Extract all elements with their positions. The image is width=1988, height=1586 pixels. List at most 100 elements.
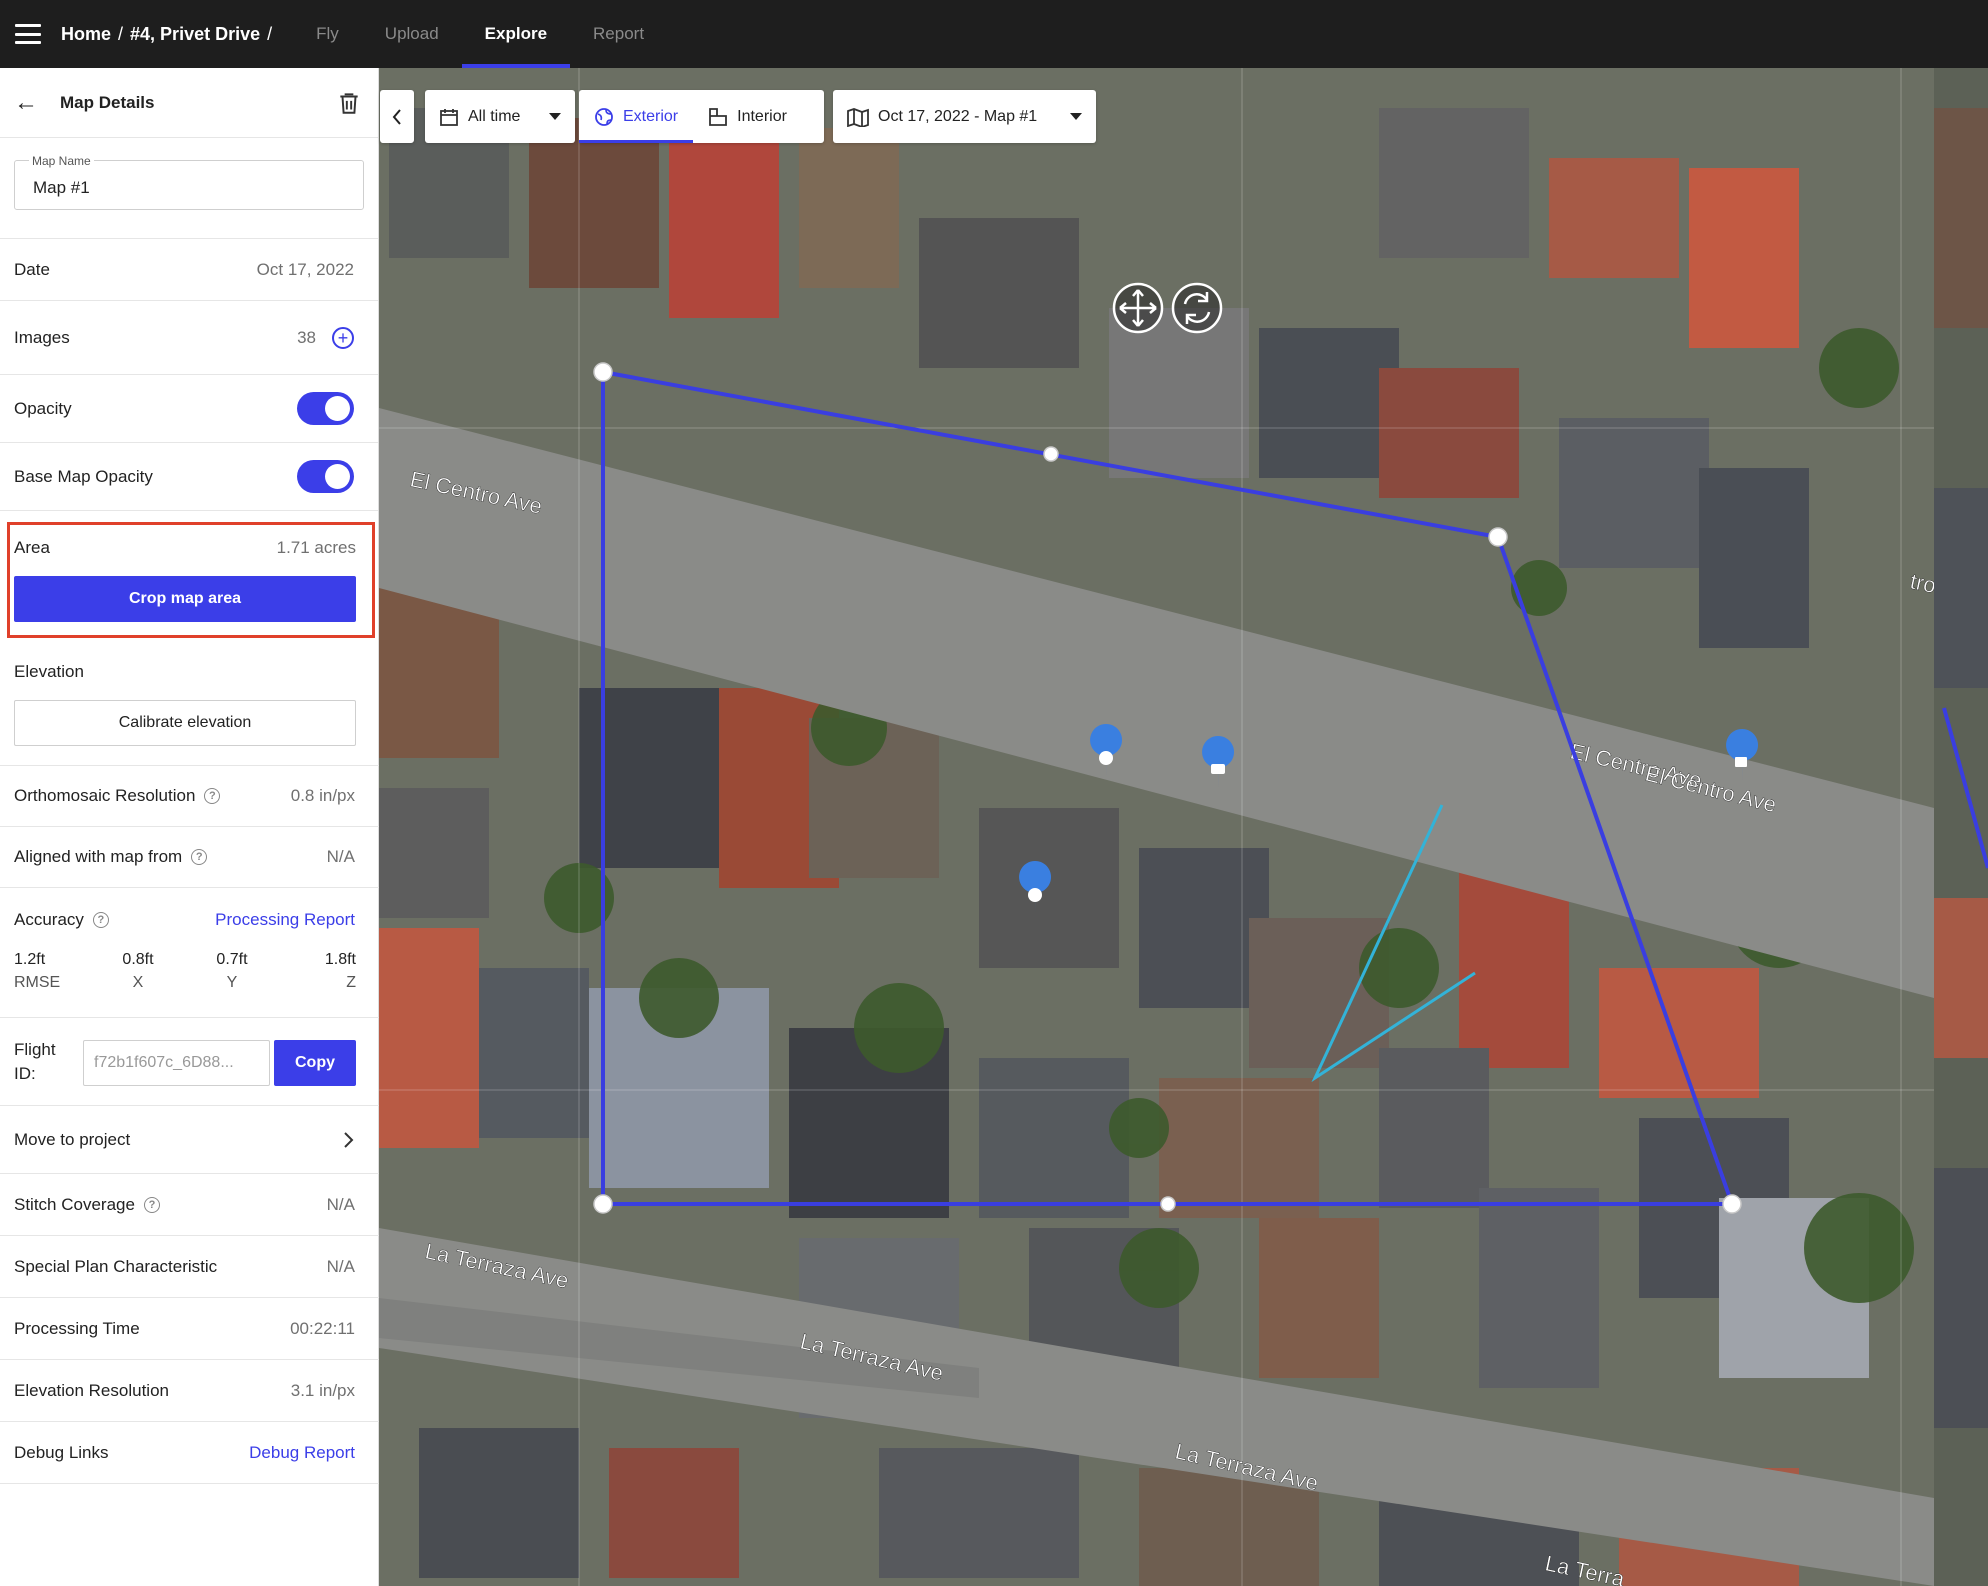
images-count: 38	[297, 327, 316, 347]
ortho-label-wrap: Orthomosaic Resolution?	[14, 786, 221, 806]
ortho-label: Orthomosaic Resolution	[14, 786, 196, 805]
satellite-map[interactable]: El Centro Ave El Centro Ave El Centro Av…	[379, 68, 1934, 1586]
accuracy-z: 1.8ft Z	[296, 951, 356, 992]
base-opacity-label: Base Map Opacity	[14, 466, 153, 486]
chevron-right-icon	[344, 1131, 354, 1148]
map-imagery: El Centro Ave El Centro Ave El Centro Av…	[379, 68, 1934, 1586]
crop-midpoint-handle[interactable]	[1160, 1196, 1176, 1212]
tab-explore[interactable]: Explore	[461, 0, 571, 68]
panel-header: ← Map Details	[0, 68, 378, 138]
stitch-label-wrap: Stitch Coverage?	[14, 1195, 160, 1215]
elevation-section: Elevation Calibrate elevation	[0, 648, 379, 766]
calendar-icon	[440, 108, 458, 126]
aligned-label: Aligned with map from	[14, 847, 183, 866]
flight-id-label: Flight ID:	[14, 1040, 56, 1083]
images-row: Images 38 +	[0, 301, 378, 375]
resolution-rows: Orthomosaic Resolution? 0.8 in/px Aligne…	[0, 766, 379, 888]
tab-upload[interactable]: Upload	[362, 0, 462, 68]
debug-links-row: Debug Links Debug Report	[0, 1422, 379, 1484]
aligned-label-wrap: Aligned with map from?	[14, 847, 208, 867]
aligned-value: N/A	[326, 847, 355, 866]
accuracy-grid: 1.2ft RMSE 0.8ft X 0.7ft Y 1.8ft Z	[14, 951, 356, 992]
debug-label: Debug Links	[14, 1442, 109, 1462]
stitch-row: Stitch Coverage? N/A	[0, 1174, 379, 1236]
stitch-value: N/A	[326, 1194, 355, 1214]
adjacent-imagery	[1934, 68, 1988, 1586]
map-icon	[847, 107, 869, 127]
accuracy-y: 0.7ft Y	[202, 951, 262, 992]
help-icon[interactable]: ?	[143, 1196, 160, 1213]
detail-rows: Move to project Stitch Coverage? N/A Spe…	[0, 1106, 379, 1484]
caret-down-icon	[549, 113, 561, 120]
accuracy-key: Y	[226, 974, 238, 991]
interior-view-tab[interactable]: Interior	[693, 90, 802, 143]
opacity-row: Opacity	[0, 375, 378, 443]
accuracy-key: RMSE	[14, 974, 61, 991]
area-row: Area 1.71 acres	[14, 538, 356, 558]
map-selector-dropdown[interactable]: Oct 17, 2022 - Map #1	[833, 90, 1096, 143]
panel-title: Map Details	[60, 92, 155, 112]
time-filter-label: All time	[468, 107, 521, 125]
special-label: Special Plan Characteristic	[14, 1256, 218, 1276]
flight-id-field[interactable]: f72b1f607c_6D88...	[83, 1040, 270, 1086]
breadcrumb-property[interactable]: #4, Privet Drive	[130, 24, 260, 45]
map-selector-label: Oct 17, 2022 - Map #1	[878, 107, 1038, 125]
flight-id-section: Flight ID: f72b1f607c_6D88... Copy	[0, 1018, 379, 1106]
special-plan-row: Special Plan Characteristic N/A	[0, 1236, 379, 1298]
aligned-row: Aligned with map from? N/A	[0, 827, 379, 888]
processing-report-link[interactable]: Processing Report	[215, 910, 355, 930]
map-name-label: Map Name	[29, 154, 94, 168]
crop-handle[interactable]	[1488, 527, 1508, 547]
opacity-toggle[interactable]	[297, 392, 354, 425]
base-opacity-toggle[interactable]	[297, 460, 354, 493]
accuracy-label-wrap: Accuracy?	[14, 910, 109, 930]
crop-handle[interactable]	[593, 1194, 613, 1214]
ortho-value: 0.8 in/px	[290, 786, 355, 805]
help-icon[interactable]: ?	[204, 788, 221, 804]
accuracy-value: 0.8ft	[122, 951, 154, 968]
debug-report-link[interactable]: Debug Report	[249, 1443, 355, 1463]
map-name-field[interactable]: Map Name Map #1	[14, 154, 364, 210]
time-filter-dropdown[interactable]: All time	[425, 90, 575, 143]
tab-fly[interactable]: Fly	[293, 0, 362, 68]
crop-handle[interactable]	[593, 362, 613, 382]
breadcrumb-home[interactable]: Home	[61, 24, 111, 45]
calibrate-elevation-button[interactable]: Calibrate elevation	[14, 700, 356, 746]
crop-map-area-button[interactable]: Crop map area	[14, 576, 356, 622]
menu-icon[interactable]	[15, 24, 41, 44]
processing-time-row: Processing Time 00:22:11	[0, 1298, 379, 1360]
map-name-value[interactable]: Map #1	[33, 178, 90, 198]
exterior-view-tab[interactable]: Exterior	[579, 90, 694, 143]
exterior-label: Exterior	[623, 107, 679, 125]
area-label: Area	[14, 538, 50, 557]
floorplan-icon	[709, 107, 728, 126]
accuracy-x: 0.8ft X	[108, 951, 168, 992]
crop-handle[interactable]	[1722, 1194, 1742, 1214]
elevation-resolution-row: Elevation Resolution 3.1 in/px	[0, 1360, 379, 1422]
proc-time-value: 00:22:11	[290, 1318, 355, 1338]
crop-midpoint-handle[interactable]	[1043, 446, 1059, 462]
tab-report[interactable]: Report	[570, 0, 667, 68]
nav-tabs: Fly Upload Explore Report	[293, 0, 667, 68]
map-name-section: Map Name Map #1	[0, 138, 378, 239]
back-arrow-icon[interactable]: ←	[14, 89, 42, 117]
trash-icon[interactable]	[336, 90, 362, 116]
collapse-panel-button[interactable]	[380, 90, 414, 143]
caret-down-icon	[1070, 113, 1082, 120]
move-to-project-row[interactable]: Move to project	[0, 1106, 379, 1174]
copy-button[interactable]: Copy	[274, 1040, 356, 1086]
move-label: Move to project	[14, 1129, 131, 1149]
images-value-wrap: 38 +	[297, 326, 354, 349]
add-images-icon[interactable]: +	[332, 326, 354, 349]
base-map-opacity-row: Base Map Opacity	[0, 443, 378, 511]
date-value: Oct 17, 2022	[256, 259, 354, 279]
move-icon[interactable]	[1112, 282, 1164, 334]
accuracy-value: 0.7ft	[216, 951, 248, 968]
images-label: Images	[14, 327, 70, 347]
help-icon[interactable]: ?	[92, 912, 109, 928]
help-icon[interactable]: ?	[191, 849, 208, 865]
globe-icon	[595, 107, 613, 126]
view-toggle: Exterior Interior	[579, 90, 824, 143]
elev-res-value: 3.1 in/px	[290, 1380, 355, 1400]
rotate-icon[interactable]	[1171, 282, 1223, 334]
